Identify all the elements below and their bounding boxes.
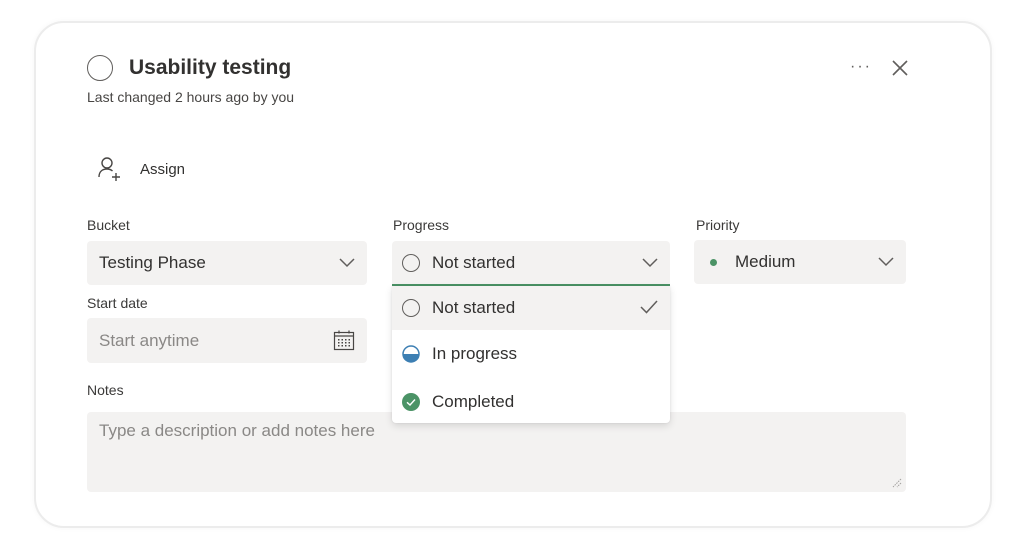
progress-select[interactable]: Not started	[392, 241, 670, 286]
progress-option-in-progress[interactable]: In progress	[392, 332, 670, 376]
option-label: Completed	[432, 392, 515, 411]
empty-circle-icon	[402, 253, 420, 272]
bucket-label: Bucket	[87, 217, 130, 233]
assign-label: Assign	[140, 160, 186, 178]
start-date-placeholder: Start anytime	[99, 330, 200, 350]
bucket-select[interactable]: Testing Phase	[87, 241, 367, 285]
half-filled-circle-icon	[402, 345, 420, 363]
priority-label: Priority	[696, 217, 740, 233]
start-date-label: Start date	[87, 295, 148, 311]
progress-option-completed[interactable]: Completed	[392, 380, 670, 424]
priority-value: Medium	[735, 252, 796, 271]
more-options-button[interactable]: ···	[850, 58, 872, 76]
bucket-value: Testing Phase	[99, 253, 206, 272]
empty-circle-icon	[402, 299, 420, 317]
resize-handle-icon[interactable]	[890, 476, 902, 488]
option-label: Not started	[432, 298, 516, 317]
task-complete-toggle[interactable]	[87, 55, 113, 81]
notes-textarea[interactable]: Type a description or add notes here	[87, 412, 906, 492]
progress-option-not-started[interactable]: Not started	[392, 286, 670, 330]
option-label: In progress	[432, 344, 518, 363]
calendar-icon[interactable]	[333, 329, 355, 351]
check-circle-icon	[402, 393, 420, 411]
add-person-icon	[98, 157, 120, 181]
chevron-down-icon	[878, 257, 894, 267]
progress-value: Not started	[432, 252, 516, 272]
priority-dot-icon	[710, 258, 717, 266]
assign-button[interactable]: Assign	[97, 156, 185, 182]
priority-select[interactable]: Medium	[694, 240, 906, 284]
notes-label: Notes	[87, 382, 124, 398]
chevron-down-icon	[339, 258, 355, 268]
progress-dropdown-menu: Not started In progress Completed	[392, 286, 670, 423]
start-date-input[interactable]: Start anytime	[87, 318, 367, 363]
last-changed-text: Last changed 2 hours ago by you	[87, 89, 295, 105]
task-title[interactable]: Usability testing	[129, 56, 291, 80]
notes-placeholder: Type a description or add notes here	[99, 421, 375, 440]
close-icon[interactable]	[891, 59, 909, 77]
progress-label: Progress	[393, 217, 450, 233]
checkmark-icon	[640, 300, 658, 314]
chevron-down-icon	[642, 258, 658, 268]
